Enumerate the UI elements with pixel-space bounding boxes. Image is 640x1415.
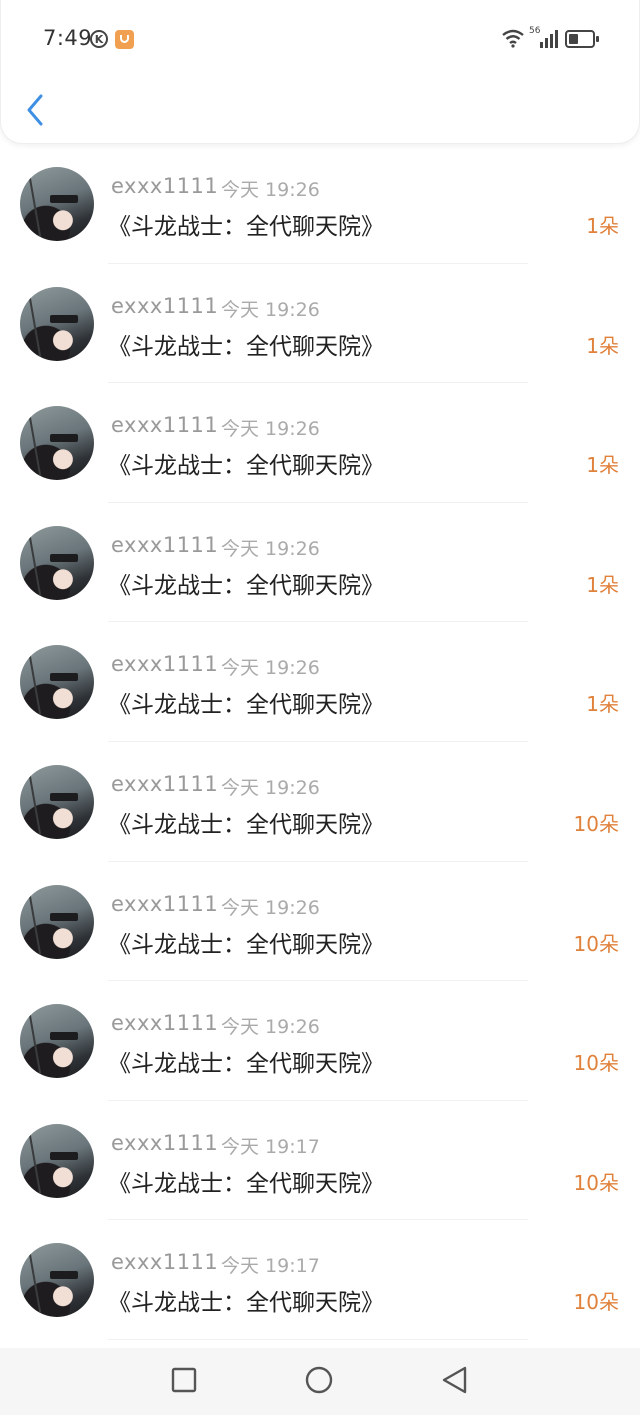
avatar[interactable] bbox=[20, 645, 94, 720]
signal-icon bbox=[540, 30, 558, 48]
gift-count: 10朵 bbox=[573, 1051, 619, 1076]
gift-count: 10朵 bbox=[573, 931, 619, 956]
gift-count: 1朵 bbox=[586, 214, 619, 238]
app-notification-icon bbox=[115, 30, 134, 49]
gift-name: 《斗龙战士：全代聊天院》 bbox=[108, 1051, 384, 1078]
gift-name: 《斗龙战士：全代聊天院》 bbox=[108, 572, 384, 599]
username: exxx1111 bbox=[111, 1250, 219, 1275]
chevron-left-icon bbox=[27, 94, 43, 126]
gift-count: 10朵 bbox=[573, 811, 619, 836]
username: exxx1111 bbox=[111, 1130, 219, 1155]
gift-name: 《斗龙战士：全代聊天院》 bbox=[108, 1290, 384, 1317]
list-item[interactable]: exxx1111 今天 19:26 《斗龙战士：全代聊天院》 1朵 bbox=[0, 503, 640, 623]
home-icon bbox=[305, 1366, 333, 1394]
username: exxx1111 bbox=[111, 771, 219, 796]
list-item[interactable]: exxx1111 今天 19:26 《斗龙战士：全代聊天院》 10朵 bbox=[0, 862, 640, 982]
username: exxx1111 bbox=[111, 413, 219, 438]
timestamp: 今天 19:26 bbox=[221, 298, 320, 321]
battery-icon bbox=[565, 30, 599, 48]
gift-count: 1朵 bbox=[586, 692, 619, 717]
avatar[interactable] bbox=[20, 406, 94, 481]
status-bar: 7:49 K 56 bbox=[1, 0, 640, 80]
gift-name: 《斗龙战士：全代聊天院》 bbox=[108, 333, 384, 360]
timestamp: 今天 19:17 bbox=[221, 1255, 320, 1278]
list-item[interactable]: exxx1111 今天 19:26 《斗龙战士：全代聊天院》 10朵 bbox=[0, 981, 640, 1101]
avatar[interactable] bbox=[20, 525, 94, 600]
list-item[interactable]: exxx1111 今天 19:26 《斗龙战士：全代聊天院》 1朵 bbox=[0, 144, 640, 264]
nav-back-button[interactable] bbox=[440, 1366, 470, 1400]
username: exxx1111 bbox=[111, 532, 219, 557]
header: 7:49 K 56 bbox=[0, 0, 640, 144]
list-item[interactable]: exxx1111 今天 19:26 《斗龙战士：全代聊天院》 10朵 bbox=[0, 742, 640, 862]
back-button[interactable] bbox=[21, 88, 57, 132]
username: exxx1111 bbox=[111, 1011, 219, 1036]
list-item[interactable]: exxx1111 今天 19:26 《斗龙战士：全代聊天院》 1朵 bbox=[0, 622, 640, 742]
status-time: 7:49 bbox=[43, 26, 93, 50]
wifi-icon bbox=[502, 29, 524, 48]
avatar[interactable] bbox=[20, 286, 94, 361]
username: exxx1111 bbox=[111, 891, 219, 916]
system-nav-bar bbox=[0, 1348, 640, 1415]
timestamp: 今天 19:26 bbox=[221, 1016, 320, 1039]
gift-count: 10朵 bbox=[573, 1170, 619, 1195]
timestamp: 今天 19:26 bbox=[221, 657, 320, 680]
home-button[interactable] bbox=[303, 1366, 335, 1402]
avatar[interactable] bbox=[20, 764, 94, 839]
avatar[interactable] bbox=[20, 884, 94, 959]
gift-name: 《斗龙战士：全代聊天院》 bbox=[108, 214, 384, 240]
avatar[interactable] bbox=[20, 167, 94, 241]
recent-apps-icon bbox=[171, 1367, 197, 1393]
gift-count: 1朵 bbox=[586, 333, 619, 358]
k-badge-icon: K bbox=[90, 30, 108, 48]
username: exxx1111 bbox=[111, 174, 219, 198]
gift-count: 1朵 bbox=[586, 453, 619, 478]
gift-name: 《斗龙战士：全代聊天院》 bbox=[108, 1170, 384, 1197]
avatar[interactable] bbox=[20, 1243, 94, 1318]
timestamp: 今天 19:26 bbox=[221, 537, 320, 560]
list-item[interactable]: exxx1111 今天 19:17 《斗龙战士：全代聊天院》 10朵 bbox=[0, 1220, 640, 1340]
timestamp: 今天 19:26 bbox=[221, 179, 320, 201]
gift-name: 《斗龙战士：全代聊天院》 bbox=[108, 692, 384, 719]
gift-name: 《斗龙战士：全代聊天院》 bbox=[108, 811, 384, 838]
gift-count: 1朵 bbox=[586, 572, 619, 597]
gift-name: 《斗龙战士：全代聊天院》 bbox=[108, 931, 384, 958]
username: exxx1111 bbox=[111, 652, 219, 677]
timestamp: 今天 19:26 bbox=[221, 896, 320, 919]
avatar[interactable] bbox=[20, 1123, 94, 1198]
avatar[interactable] bbox=[20, 1004, 94, 1079]
username: exxx1111 bbox=[111, 293, 219, 318]
gift-name: 《斗龙战士：全代聊天院》 bbox=[108, 453, 384, 480]
gift-record-list: exxx1111 今天 19:26 《斗龙战士：全代聊天院》 1朵 exxx11… bbox=[0, 144, 640, 1340]
timestamp: 今天 19:17 bbox=[221, 1135, 320, 1158]
back-icon bbox=[442, 1366, 467, 1394]
recent-apps-button[interactable] bbox=[170, 1366, 198, 1398]
timestamp: 今天 19:26 bbox=[221, 418, 320, 441]
list-item[interactable]: exxx1111 今天 19:17 《斗龙战士：全代聊天院》 10朵 bbox=[0, 1101, 640, 1221]
divider bbox=[108, 1338, 528, 1340]
gift-count: 10朵 bbox=[573, 1290, 619, 1315]
list-item[interactable]: exxx1111 今天 19:26 《斗龙战士：全代聊天院》 1朵 bbox=[0, 264, 640, 384]
list-item[interactable]: exxx1111 今天 19:26 《斗龙战士：全代聊天院》 1朵 bbox=[0, 383, 640, 503]
timestamp: 今天 19:26 bbox=[221, 776, 320, 799]
